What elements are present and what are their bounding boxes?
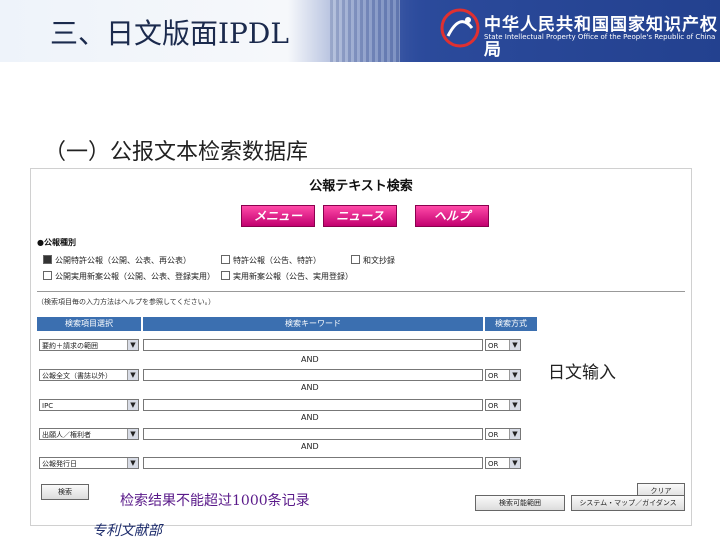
checkbox-jitsuyo[interactable]: 実用新案公報（公告、実用登録） bbox=[221, 271, 353, 282]
method-select[interactable]: OR ▼ bbox=[485, 369, 521, 381]
checkbox-label: 特許公報（公告、特許） bbox=[233, 256, 321, 265]
sipo-logo-icon bbox=[440, 8, 480, 48]
field-select[interactable]: 公報発行日 ▼ bbox=[39, 457, 139, 469]
and-connector: AND bbox=[301, 442, 319, 451]
checkbox-label: 実用新案公報（公告、実用登録） bbox=[233, 272, 353, 281]
checkbox-box[interactable] bbox=[43, 255, 52, 264]
field-select[interactable]: 要約＋請求の範囲 ▼ bbox=[39, 339, 139, 351]
ipdl-search-panel: 公報テキスト検索 メニュー ニュース ヘルプ ●公報種別 公開特許公報（公開、公… bbox=[30, 168, 692, 526]
field-select-value: 公報全文（書誌以外） bbox=[42, 372, 112, 380]
annotation-result-limit: 检索结果不能超过1000条记录 bbox=[120, 493, 310, 509]
news-button[interactable]: ニュース bbox=[323, 205, 397, 227]
field-select[interactable]: 公報全文（書誌以外） ▼ bbox=[39, 369, 139, 381]
checkbox-label: 公開実用新案公報（公開、公表、登録実用） bbox=[55, 272, 215, 281]
method-select-value: OR bbox=[488, 460, 499, 468]
column-header-method: 検索方式 bbox=[485, 317, 537, 331]
field-select-value: 出願人／権利者 bbox=[42, 431, 91, 439]
chevron-down-icon[interactable]: ▼ bbox=[127, 458, 138, 468]
method-select[interactable]: OR ▼ bbox=[485, 457, 521, 469]
method-select[interactable]: OR ▼ bbox=[485, 339, 521, 351]
field-select-value: 公報発行日 bbox=[42, 460, 77, 468]
chevron-down-icon[interactable]: ▼ bbox=[509, 400, 520, 410]
guidance-button[interactable]: システム・マップ／ガイダンス bbox=[571, 495, 685, 511]
checkbox-jitsuyo-kokai[interactable]: 公開実用新案公報（公開、公表、登録実用） bbox=[43, 271, 215, 282]
building-image bbox=[330, 0, 400, 62]
method-select-value: OR bbox=[488, 372, 499, 380]
method-select-value: OR bbox=[488, 402, 499, 410]
and-connector: AND bbox=[301, 413, 319, 422]
keyword-input[interactable] bbox=[143, 399, 483, 411]
slide-header: 三、日文版面IPDL 中华人民共和国国家知识产权局 State Intellec… bbox=[0, 0, 720, 62]
chevron-down-icon[interactable]: ▼ bbox=[509, 340, 520, 350]
method-select-value: OR bbox=[488, 431, 499, 439]
checkbox-box[interactable] bbox=[43, 271, 52, 280]
footer-label: 专利文献部 bbox=[92, 523, 162, 539]
help-button[interactable]: ヘルプ bbox=[415, 205, 489, 227]
keyword-input[interactable] bbox=[143, 457, 483, 469]
help-hint: （検索項目毎の入力方法はヘルプを参照してください。） bbox=[37, 298, 216, 306]
chevron-down-icon[interactable]: ▼ bbox=[127, 400, 138, 410]
category-label: ●公報種別 bbox=[37, 238, 76, 247]
chevron-down-icon[interactable]: ▼ bbox=[127, 429, 138, 439]
search-button[interactable]: 検索 bbox=[41, 484, 89, 500]
chevron-down-icon[interactable]: ▼ bbox=[127, 340, 138, 350]
section-title: （一）公报文本检索数据库 bbox=[44, 140, 309, 165]
checkbox-wabun[interactable]: 和文抄録 bbox=[351, 255, 395, 266]
slide-title: 三、日文版面IPDL bbox=[50, 17, 289, 50]
field-select-value: IPC bbox=[42, 402, 54, 410]
chevron-down-icon[interactable]: ▼ bbox=[509, 429, 520, 439]
keyword-input[interactable] bbox=[143, 339, 483, 351]
field-select[interactable]: 出願人／権利者 ▼ bbox=[39, 428, 139, 440]
column-header-field: 検索項目選択 bbox=[37, 317, 141, 331]
keyword-input[interactable] bbox=[143, 428, 483, 440]
chevron-down-icon[interactable]: ▼ bbox=[509, 370, 520, 380]
field-select-value: 要約＋請求の範囲 bbox=[42, 342, 98, 350]
checkbox-label: 公開特許公報（公開、公表、再公表） bbox=[55, 256, 191, 265]
checkbox-label: 和文抄録 bbox=[363, 256, 395, 265]
method-select-value: OR bbox=[488, 342, 499, 350]
chevron-down-icon[interactable]: ▼ bbox=[127, 370, 138, 380]
chevron-down-icon[interactable]: ▼ bbox=[509, 458, 520, 468]
search-range-button[interactable]: 検索可能範囲 bbox=[475, 495, 565, 511]
checkbox-tokkyo[interactable]: 特許公報（公告、特許） bbox=[221, 255, 321, 266]
panel-title: 公報テキスト検索 bbox=[309, 179, 413, 194]
checkbox-box[interactable] bbox=[221, 255, 230, 264]
and-connector: AND bbox=[301, 383, 319, 392]
checkbox-kokai[interactable]: 公開特許公報（公開、公表、再公表） bbox=[43, 255, 191, 266]
field-select[interactable]: IPC ▼ bbox=[39, 399, 139, 411]
org-name-en: State Intellectual Property Office of th… bbox=[484, 33, 716, 41]
checkbox-box[interactable] bbox=[221, 271, 230, 280]
annotation-japanese-input: 日文输入 bbox=[548, 363, 616, 383]
menu-button[interactable]: メニュー bbox=[241, 205, 315, 227]
and-connector: AND bbox=[301, 355, 319, 364]
column-header-keyword: 検索キーワード bbox=[143, 317, 483, 331]
method-select[interactable]: OR ▼ bbox=[485, 399, 521, 411]
keyword-input[interactable] bbox=[143, 369, 483, 381]
checkbox-box[interactable] bbox=[351, 255, 360, 264]
divider bbox=[37, 291, 685, 292]
method-select[interactable]: OR ▼ bbox=[485, 428, 521, 440]
